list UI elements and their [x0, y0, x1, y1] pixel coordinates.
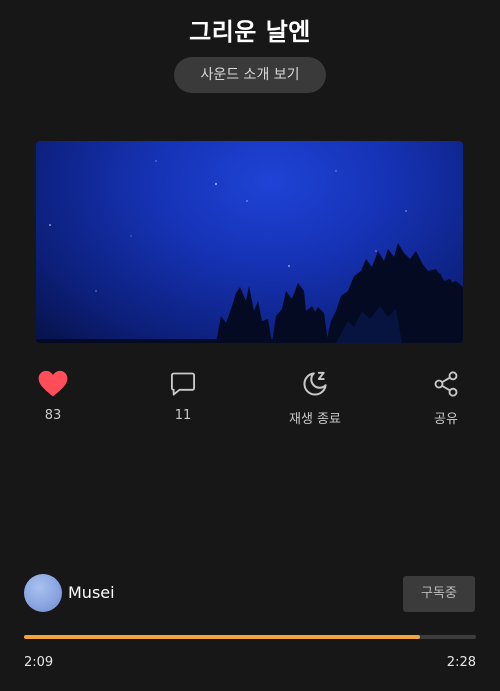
comment-icon [170, 372, 196, 396]
like-button[interactable]: 83 [8, 366, 98, 423]
sleep-timer-button[interactable]: 재생 종료 [270, 366, 360, 427]
avatar[interactable] [24, 574, 62, 612]
playback-progress-fill [24, 635, 420, 639]
share-button[interactable]: 공유 [401, 366, 491, 427]
current-time: 2:09 [24, 655, 54, 670]
sound-intro-button[interactable]: 사운드 소개 보기 [174, 57, 326, 93]
share-icon [434, 371, 458, 397]
sound-title: 그리운 날엔 [189, 18, 311, 46]
total-time: 2:28 [446, 655, 476, 670]
subscribe-button[interactable]: 구독중 [403, 576, 475, 612]
sleep-timer-label: 재생 종료 [289, 412, 341, 427]
night-sky-image [36, 160, 463, 343]
video-thumbnail[interactable] [36, 141, 463, 343]
like-count: 83 [44, 408, 62, 423]
playback-progress-bar[interactable] [24, 635, 476, 639]
creator-name[interactable]: Musei [68, 583, 115, 602]
action-bar: 83 11 재생 종료 공유 [0, 366, 500, 427]
moon-zz-icon [303, 371, 327, 396]
comment-button[interactable]: 11 [138, 366, 228, 423]
comment-count: 11 [174, 408, 192, 423]
share-label: 공유 [434, 412, 458, 427]
heart-icon [38, 370, 68, 397]
